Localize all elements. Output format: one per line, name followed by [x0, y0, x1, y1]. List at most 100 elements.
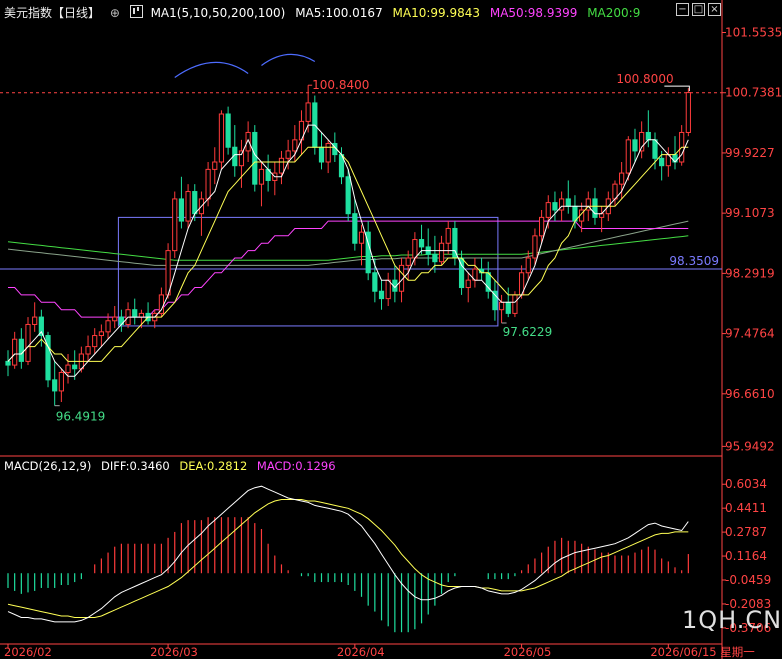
candle-body — [205, 168, 211, 200]
candle-body — [258, 168, 265, 185]
candle-body — [178, 198, 185, 222]
candle — [25, 317, 31, 366]
time-tick-label: 2026/02 — [4, 645, 52, 659]
candle — [225, 106, 231, 155]
macd-tick-label: 0.2787 — [725, 525, 767, 539]
candle-body — [505, 301, 511, 314]
candle — [218, 110, 225, 170]
ma10-value: MA10:99.9843 — [392, 6, 481, 20]
time-tick-label: 2026/04 — [337, 645, 385, 659]
price-tick-label: 97.4764 — [725, 327, 775, 341]
last-high-label: 100.8000 — [616, 72, 673, 86]
candle — [125, 302, 131, 329]
candle — [245, 121, 251, 162]
candle — [365, 221, 371, 281]
chart-window: 101.5535 100.7381 99.9227 99.1073 98.2919 97.… — [0, 0, 782, 659]
candlestick-icon[interactable] — [129, 5, 143, 18]
settings-icon[interactable]: ⊕ — [110, 6, 120, 20]
minimize-button[interactable]: − — [676, 3, 689, 16]
candle-body — [352, 213, 358, 244]
candle — [118, 309, 124, 332]
candle-body — [372, 272, 378, 292]
candle-body — [412, 239, 418, 259]
candle-body — [138, 312, 145, 318]
candle — [525, 250, 531, 281]
candle — [545, 195, 551, 229]
candle-body — [58, 371, 64, 392]
candle-body — [25, 323, 31, 362]
candle — [45, 331, 51, 388]
candle-body — [659, 157, 665, 167]
candle — [458, 250, 465, 295]
ma200-line — [7, 235, 689, 261]
candle — [392, 265, 398, 303]
macd-value: MACD:0.1296 — [256, 459, 336, 473]
candle — [565, 180, 571, 214]
macd-dea: DEA:0.2812 — [179, 459, 248, 473]
candle-body — [165, 250, 171, 296]
candle — [198, 191, 205, 236]
candle — [112, 306, 118, 329]
time-tick-label: 2026/05 — [504, 645, 552, 659]
candle — [385, 272, 391, 306]
candle — [632, 128, 638, 162]
candle-body — [645, 131, 651, 141]
candle — [425, 228, 431, 266]
ma200-value: MA200:9 — [587, 6, 641, 20]
ma100-line — [7, 220, 689, 266]
candle — [158, 287, 165, 318]
candle-body — [192, 191, 198, 215]
candle — [492, 280, 498, 321]
candle-body — [278, 157, 285, 174]
candle-body — [252, 131, 258, 185]
double-top-arc-1 — [174, 61, 249, 78]
candle — [325, 139, 331, 174]
candle — [352, 198, 358, 251]
macd-tick-label: -0.0459 — [725, 573, 771, 587]
candle — [265, 154, 271, 192]
candle-body — [405, 257, 411, 266]
candle — [258, 162, 265, 207]
candle — [472, 258, 478, 288]
close-button[interactable]: × — [708, 3, 721, 16]
candle-body — [539, 216, 545, 237]
candle — [665, 147, 671, 177]
candle-body — [12, 338, 18, 366]
candle — [152, 309, 158, 329]
candle — [5, 350, 11, 377]
candle — [612, 180, 618, 207]
candle — [65, 354, 71, 384]
candle-body — [105, 320, 111, 333]
candle — [85, 335, 91, 362]
candle — [465, 272, 471, 303]
candle — [298, 110, 305, 155]
chart-title: 美元指数【日线】 — [4, 6, 101, 20]
last-high-marker — [664, 85, 690, 92]
candle — [72, 350, 78, 380]
maximize-button[interactable]: □ — [692, 3, 705, 16]
candle — [185, 184, 191, 229]
candle-body — [532, 235, 538, 259]
candle-body — [385, 279, 391, 300]
candle-body — [225, 113, 231, 148]
candle — [145, 302, 151, 325]
low-label-2: 97.6229 — [503, 325, 553, 339]
ma5-value: MA5:100.0167 — [295, 6, 383, 20]
candle-body — [305, 102, 311, 122]
chart-canvas[interactable]: 101.5535 100.7381 99.9227 99.1073 98.2919 97.… — [0, 0, 782, 659]
candle — [92, 328, 98, 354]
candle — [452, 221, 458, 266]
macd-header: MACD(26,12,9) DIFF:0.3460 DEA:0.2812 MAC… — [4, 459, 342, 473]
double-top-arc-2 — [261, 53, 316, 66]
candle-body — [52, 379, 58, 392]
candle-body — [32, 316, 38, 325]
main-header: 美元指数【日线】 ⊕ MA1(5,10,50,200,100) MA5:100.… — [4, 4, 646, 21]
candle — [639, 121, 645, 159]
candle — [18, 328, 24, 369]
candle-body — [625, 139, 631, 174]
candle-body — [325, 143, 331, 163]
horizontal-level-label: 98.3509 — [669, 254, 719, 268]
price-tick-label: 96.6610 — [725, 387, 775, 401]
candle-body — [498, 301, 505, 311]
candle — [445, 221, 451, 255]
